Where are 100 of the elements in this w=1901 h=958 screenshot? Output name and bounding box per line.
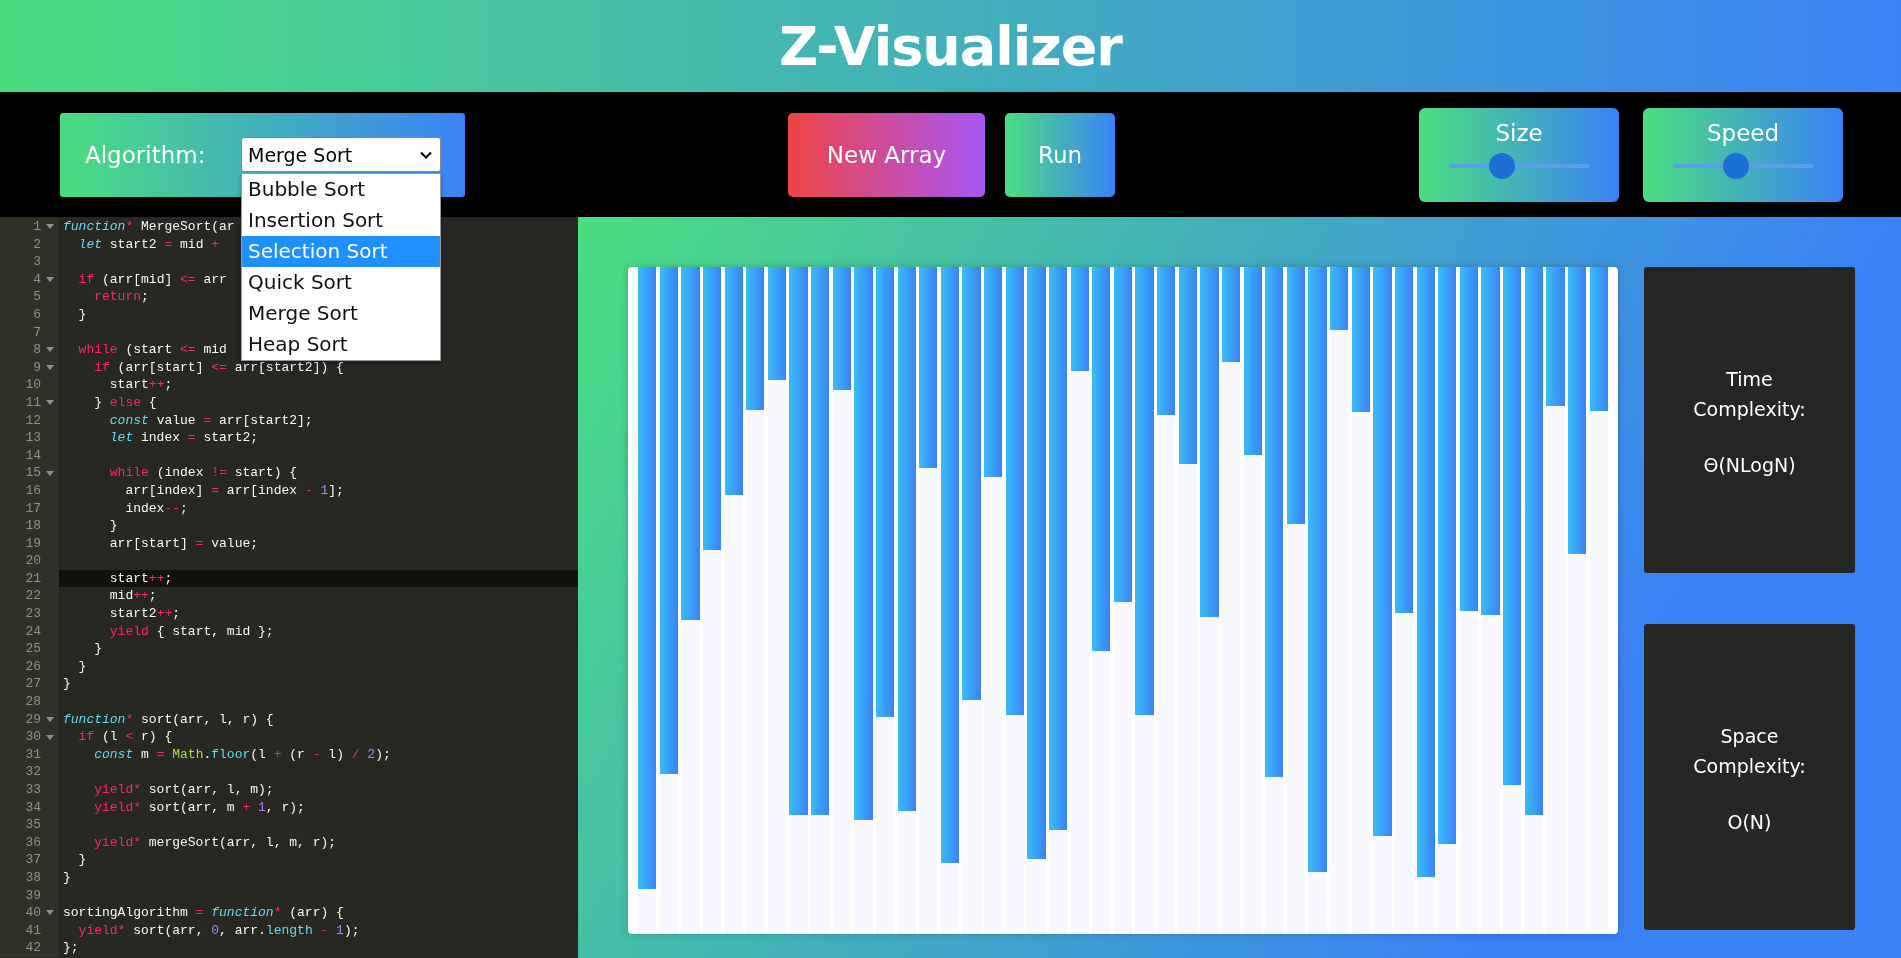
code-line: return; [93,289,149,305]
line-number: 12 [25,411,41,430]
line-number: 30 [25,728,41,746]
slider-thumb[interactable] [1723,152,1749,179]
line-number: 39 [25,886,41,905]
dropdown-option[interactable]: Insertion Sort [242,205,440,236]
new-array-button[interactable]: New Array [788,112,985,197]
slider-label: Size [1495,119,1543,146]
line-number: 4 [33,270,41,289]
complexity-value: Θ(NLogN) [1703,454,1796,476]
line-number: 9 [33,358,41,377]
fold-arrow-icon[interactable] [46,347,54,353]
line-number: 2 [33,235,41,254]
code-line: yield { start, mid }; [108,623,274,639]
line-number: 32 [25,763,41,781]
fold-arrow-icon[interactable] [46,365,54,371]
slider-thumb[interactable] [1489,152,1516,179]
line-number: 18 [25,517,41,535]
code-line: sortingAlgorithm = function* (arr) { [63,905,344,921]
line-number: 22 [25,587,41,606]
chevron-down-icon [420,150,432,159]
fold-arrow-icon[interactable] [46,277,54,283]
line-number: 5 [33,288,41,306]
code-line: } [93,641,102,657]
code-line: yield* sort(arr, m + 1, r); [93,799,305,815]
line-number: 42 [25,939,41,957]
code-line: if (l < r) { [77,729,173,745]
fold-arrow-icon[interactable] [46,716,54,722]
code-line: const m = Math.floor(l + (r - l) / 2); [93,746,391,762]
code-line: arr[start] = value; [108,535,259,551]
code-line: start++; [108,570,173,586]
app-title: Z-Visualizer [779,14,1122,78]
line-number: 31 [25,745,41,764]
code-line: } [77,658,87,674]
complexity-title: Space Complexity: [1692,724,1807,779]
dropdown-option[interactable]: Merge Sort [242,298,440,329]
line-number: 21 [25,569,41,588]
code-line: mid++; [108,588,157,604]
code-line: yield* mergeSort(arr, l, m, r); [93,834,337,850]
line-number: 3 [33,253,41,271]
code-line: index--; [124,500,188,516]
line-number: 36 [25,833,41,852]
line-number: 10 [25,376,41,394]
line-number: 38 [25,868,41,887]
line-number: 27 [25,675,41,694]
line-number: 28 [25,693,41,711]
code-line: let start2 = mid + [77,236,220,252]
dropdown-option[interactable]: Bubble Sort [242,174,440,205]
code-line: } [63,869,71,885]
line-number: 33 [25,781,41,799]
line-number: 29 [25,710,41,729]
line-number: 13 [25,429,41,447]
line-number: 8 [33,341,41,359]
fold-arrow-icon[interactable] [46,734,54,740]
dropdown-option[interactable]: Quick Sort [242,267,440,298]
slider-label: Speed [1706,119,1780,146]
line-number: 37 [25,851,41,869]
fold-arrow-icon[interactable] [46,224,54,230]
code-line: } [77,306,87,322]
line-number: 19 [25,534,41,553]
code-line: arr[index] = arr[index - 1]; [124,482,344,498]
line-number: 34 [25,798,41,817]
code-line: start++; [108,377,173,393]
code-line: while (index != start) { [108,465,298,481]
line-number: 7 [33,323,41,342]
line-number: 25 [25,640,41,658]
line-number: 15 [25,464,41,482]
fold-arrow-icon[interactable] [46,910,54,916]
code-line: if (arr[mid] <= arr [77,271,227,287]
algorithm-label: Algorithm: [85,141,206,168]
line-number: 17 [25,499,41,518]
line-number: 6 [33,305,41,324]
code-line: start2++; [108,606,181,622]
complexity-title: Time Complexity: [1692,367,1807,422]
line-number: 1 [33,218,41,236]
code-line: } [63,676,71,692]
line-number: 41 [25,921,41,940]
code-line: function* MergeSort(ar [63,219,235,234]
line-number: 26 [25,657,41,676]
code-line: const value = arr[start2]; [108,412,313,428]
line-number: 40 [25,904,41,922]
fold-arrow-icon[interactable] [46,400,54,406]
code-line: if (arr[start] <= arr[start2]) { [93,359,344,375]
fold-arrow-icon[interactable] [46,470,54,476]
dropdown-option[interactable]: Heap Sort [242,329,440,360]
code-line: } [108,518,118,534]
line-number: 23 [25,605,41,623]
line-number: 24 [25,622,41,641]
line-number: 14 [25,446,41,465]
code-line: let index = start2; [108,430,259,446]
line-number: 20 [25,552,41,570]
code-line: while (start <= mid [77,342,227,358]
algorithm-select[interactable]: Merge Sort [241,137,441,172]
line-number: 11 [25,393,41,412]
line-number: 16 [25,481,41,500]
code-line: function* sort(arr, l, r) { [63,711,274,727]
code-line: } else { [93,394,157,410]
code-line: }; [63,940,79,956]
code-line: yield* sort(arr, 0, arr.length - 1); [77,922,360,938]
line-number: 35 [25,816,41,834]
